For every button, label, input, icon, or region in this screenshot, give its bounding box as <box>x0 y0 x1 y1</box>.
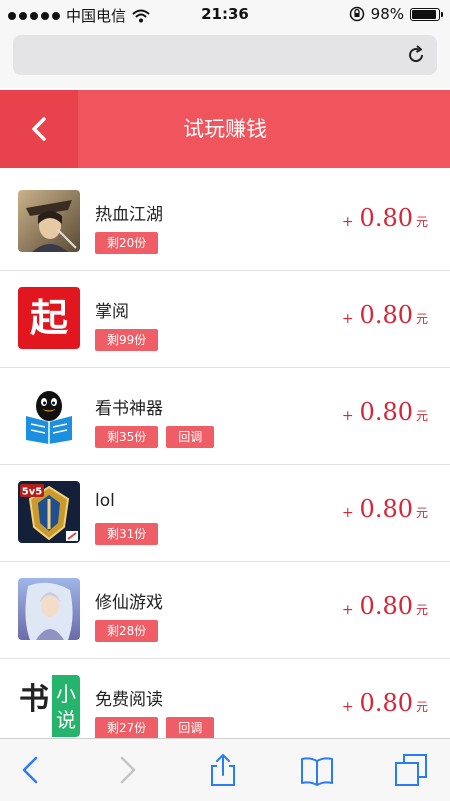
icon-glyph-5v5: 5v5 <box>22 487 42 498</box>
callback-badge: 回调 <box>166 426 215 448</box>
reward-amount: + 0.80 元 <box>342 301 428 329</box>
battery-percent: 98% <box>370 5 404 23</box>
icon-glyph-xiao: 小 <box>56 682 76 706</box>
5v5-shield-icon: 5v5 <box>18 481 80 543</box>
remaining-badge: 剩27份 <box>95 717 159 739</box>
battery-icon <box>410 7 443 21</box>
task-list: 热血江湖 剩20份 + 0.80 元 起 掌阅 剩99份 + 0.80 元 看书… <box>0 174 450 756</box>
app-header: 试玩赚钱 <box>0 90 450 168</box>
tag-group: 剩99份 <box>95 329 159 351</box>
fantasy-character-icon <box>18 578 80 640</box>
browser-address-area <box>0 30 450 88</box>
reward-plus: + <box>341 214 354 230</box>
remaining-badge: 剩99份 <box>95 329 159 351</box>
icon-glyph-qi: 起 <box>30 296 69 340</box>
status-right: 98% <box>349 5 443 23</box>
tabs-icon[interactable] <box>394 753 428 787</box>
forward-arrow-icon[interactable] <box>110 753 144 787</box>
reward-amount: + 0.80 元 <box>342 592 428 620</box>
browser-toolbar <box>0 738 450 801</box>
reward-value: 0.80 <box>359 204 413 232</box>
icon-glyph-shuo: 说 <box>56 708 76 732</box>
qq-penguin-book-icon <box>18 384 80 446</box>
list-item[interactable]: 看书神器 剩35份 回调 + 0.80 元 <box>0 368 450 465</box>
list-item[interactable]: 热血江湖 剩20份 + 0.80 元 <box>0 174 450 271</box>
task-name: 免费阅读 <box>95 690 163 710</box>
callback-badge: 回调 <box>166 717 215 739</box>
reward-plus: + <box>341 699 354 715</box>
back-arrow-icon[interactable] <box>14 753 48 787</box>
orientation-lock-icon <box>349 6 364 22</box>
reward-value: 0.80 <box>359 495 413 523</box>
tag-group: 剩27份 回调 <box>95 717 215 739</box>
game-warrior-icon <box>18 190 80 252</box>
tag-group: 剩31份 <box>95 523 159 545</box>
remaining-badge: 剩35份 <box>95 426 159 448</box>
reward-amount: + 0.80 元 <box>342 204 428 232</box>
status-bar: 中国电信 21:36 98% <box>0 0 450 30</box>
reward-value: 0.80 <box>359 301 413 329</box>
list-item[interactable]: 修仙游戏 剩28份 + 0.80 元 <box>0 562 450 659</box>
task-name: 修仙游戏 <box>95 593 163 613</box>
remaining-badge: 剩28份 <box>95 620 159 642</box>
bookmarks-icon[interactable] <box>300 753 334 787</box>
reward-unit: 元 <box>415 312 428 326</box>
list-item[interactable]: 起 掌阅 剩99份 + 0.80 元 <box>0 271 450 368</box>
list-item[interactable]: 5v5 lol 剩31份 + 0.80 元 <box>0 465 450 562</box>
share-icon[interactable] <box>206 753 240 787</box>
reward-plus: + <box>341 602 354 618</box>
task-name: lol <box>95 491 115 511</box>
reload-icon[interactable] <box>405 44 427 66</box>
remaining-badge: 剩31份 <box>95 523 159 545</box>
task-name: 看书神器 <box>95 399 163 419</box>
reward-unit: 元 <box>415 700 428 714</box>
qi-reader-icon: 起 <box>18 287 80 349</box>
reward-plus: + <box>341 505 354 521</box>
novel-book-icon: 书 小 说 <box>18 675 80 737</box>
reward-amount: + 0.80 元 <box>342 495 428 523</box>
task-name: 热血江湖 <box>95 205 163 225</box>
reward-value: 0.80 <box>359 398 413 426</box>
reward-value: 0.80 <box>359 592 413 620</box>
chevron-left-icon <box>32 117 46 141</box>
reward-unit: 元 <box>415 409 428 423</box>
reward-value: 0.80 <box>359 689 413 717</box>
reward-unit: 元 <box>415 506 428 520</box>
back-button[interactable] <box>0 90 78 168</box>
icon-glyph-shu: 书 <box>19 682 49 717</box>
address-bar[interactable] <box>13 35 437 75</box>
task-name: 掌阅 <box>95 302 129 322</box>
reward-plus: + <box>341 311 354 327</box>
tag-group: 剩20份 <box>95 232 159 254</box>
reward-amount: + 0.80 元 <box>342 689 428 717</box>
reward-unit: 元 <box>415 215 428 229</box>
tag-group: 剩35份 回调 <box>95 426 215 448</box>
reward-amount: + 0.80 元 <box>342 398 428 426</box>
remaining-badge: 剩20份 <box>95 232 159 254</box>
tag-group: 剩28份 <box>95 620 159 642</box>
reward-plus: + <box>341 408 354 424</box>
reward-unit: 元 <box>415 603 428 617</box>
